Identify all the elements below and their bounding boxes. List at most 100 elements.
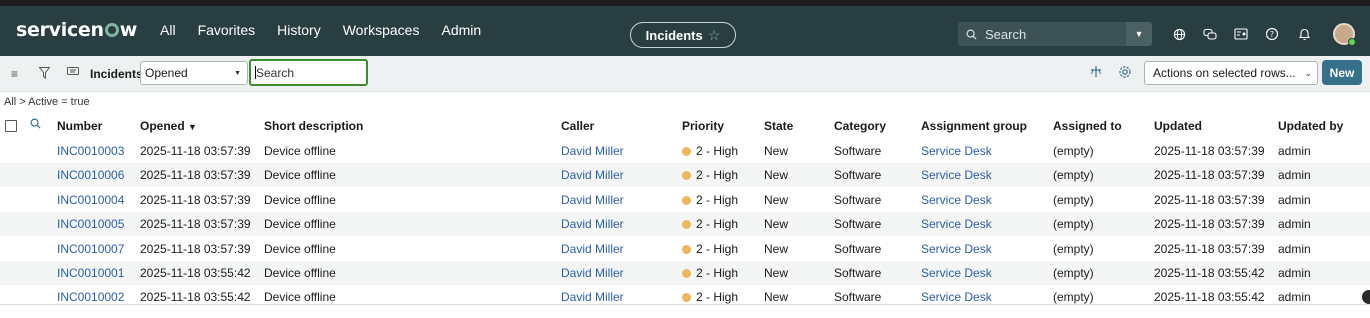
- main-nav: All Favorites History Workspaces Admin: [160, 22, 503, 38]
- column-assigned-to[interactable]: Assigned to: [1053, 119, 1122, 133]
- column-priority[interactable]: Priority: [682, 119, 724, 133]
- table-row[interactable]: INC0010001 2025-11-18 03:55:42 Device offl…: [0, 261, 1370, 285]
- global-search-input[interactable]: Search: [958, 22, 1126, 46]
- priority-label: 2 - High: [696, 217, 739, 232]
- search-icon: [966, 29, 977, 40]
- short-description-cell: Device offline: [264, 144, 336, 158]
- updated-by-cell: admin: [1278, 266, 1311, 280]
- caller-link[interactable]: David Miller: [561, 168, 624, 182]
- table-row[interactable]: INC0010007 2025-11-18 03:57:39 Device offl…: [0, 237, 1370, 261]
- state-cell: New: [764, 192, 789, 207]
- column-short-description[interactable]: Short description: [264, 119, 363, 133]
- search-field-select[interactable]: Opened ▼: [140, 61, 248, 85]
- column-caller[interactable]: Caller: [561, 119, 594, 133]
- updated-cell: 2025-11-18 03:57:39: [1154, 241, 1265, 256]
- assignment-group-link[interactable]: Service Desk: [921, 144, 992, 158]
- svg-text:?: ?: [1270, 30, 1274, 39]
- incident-number-link[interactable]: INC0010004: [57, 193, 124, 207]
- assignment-group-link[interactable]: Service Desk: [921, 168, 992, 182]
- updated-by-cell: admin: [1278, 217, 1311, 232]
- updated-by-cell: admin: [1278, 144, 1311, 158]
- opened-cell: 2025-11-18 03:55:42: [140, 266, 251, 280]
- priority-cell: 2 - High: [682, 290, 738, 304]
- star-icon[interactable]: ☆: [708, 27, 721, 44]
- personalize-list-icon[interactable]: [1090, 65, 1102, 81]
- short-description-cell: Device offline: [264, 290, 336, 305]
- priority-label: 2 - High: [696, 144, 739, 158]
- filter-icon[interactable]: [38, 67, 51, 82]
- select-all-checkbox[interactable]: [5, 120, 17, 132]
- floating-action-icon[interactable]: [1362, 290, 1370, 304]
- column-state[interactable]: State: [764, 119, 793, 133]
- state-cell: New: [764, 241, 789, 256]
- caller-link[interactable]: David Miller: [561, 290, 624, 304]
- actions-select[interactable]: Actions on selected rows... ⌄: [1144, 61, 1318, 85]
- column-opened[interactable]: Opened ▼: [140, 119, 197, 133]
- column-assignment-group[interactable]: Assignment group: [921, 119, 1027, 133]
- priority-dot-icon: [682, 147, 691, 156]
- avatar[interactable]: [1333, 23, 1356, 46]
- chat-icon[interactable]: [1202, 26, 1218, 42]
- nav-favorites[interactable]: Favorites: [198, 22, 256, 38]
- list-view-icon[interactable]: [67, 67, 79, 81]
- table-row[interactable]: INC0010006 2025-11-18 03:57:39 Device offl…: [0, 163, 1370, 188]
- table-row[interactable]: INC0010003 2025-11-18 03:57:39 Device offl…: [0, 139, 1370, 163]
- nav-history[interactable]: History: [277, 22, 321, 38]
- id-card-icon[interactable]: [1233, 26, 1249, 42]
- search-field-value: Opened: [145, 66, 188, 80]
- caller-link[interactable]: David Miller: [561, 266, 624, 280]
- state-cell: New: [764, 266, 789, 280]
- globe-icon[interactable]: [1171, 26, 1187, 42]
- short-description-cell: Device offline: [264, 217, 336, 232]
- assigned-to-cell: (empty): [1053, 217, 1094, 232]
- assigned-to-cell: (empty): [1053, 192, 1094, 207]
- help-icon[interactable]: ?: [1264, 26, 1280, 42]
- assigned-to-cell: (empty): [1053, 241, 1094, 256]
- gear-icon[interactable]: [1118, 65, 1132, 82]
- assignment-group-link[interactable]: Service Desk: [921, 290, 992, 304]
- incident-number-link[interactable]: INC0010003: [57, 144, 124, 158]
- list-search-input[interactable]: Search: [249, 59, 368, 86]
- hamburger-menu-icon[interactable]: ≡: [11, 67, 18, 81]
- nav-admin[interactable]: Admin: [441, 22, 481, 38]
- opened-cell: 2025-11-18 03:57:39: [140, 241, 251, 256]
- bell-icon[interactable]: [1296, 26, 1312, 42]
- global-search-placeholder: Search: [985, 26, 1027, 42]
- opened-cell: 2025-11-18 03:57:39: [140, 192, 251, 207]
- state-cell: New: [764, 144, 789, 158]
- caller-link[interactable]: David Miller: [561, 217, 624, 231]
- incident-number-link[interactable]: INC0010002: [57, 290, 124, 304]
- updated-by-cell: admin: [1278, 290, 1311, 305]
- priority-label: 2 - High: [696, 241, 739, 256]
- nav-workspaces[interactable]: Workspaces: [343, 22, 420, 38]
- column-number[interactable]: Number: [57, 119, 102, 133]
- new-button[interactable]: New: [1322, 60, 1362, 85]
- incident-number-link[interactable]: INC0010005: [57, 217, 124, 231]
- nav-all[interactable]: All: [160, 22, 176, 38]
- column-search-icon[interactable]: [30, 118, 41, 132]
- context-title-pill[interactable]: Incidents ☆: [630, 22, 736, 48]
- table-row[interactable]: INC0010005 2025-11-18 03:57:39 Device offl…: [0, 212, 1370, 237]
- incident-number-link[interactable]: INC0010006: [57, 168, 124, 182]
- category-cell: Software: [834, 192, 882, 207]
- chevron-down-icon: ▼: [234, 70, 241, 77]
- incident-number-link[interactable]: INC0010001: [57, 266, 124, 280]
- search-scope-dropdown[interactable]: ▼: [1126, 22, 1152, 46]
- caller-link[interactable]: David Miller: [561, 193, 624, 207]
- assignment-group-link[interactable]: Service Desk: [921, 242, 992, 256]
- opened-cell: 2025-11-18 03:57:39: [140, 168, 251, 183]
- breadcrumb[interactable]: All > Active = true: [4, 96, 90, 108]
- column-category[interactable]: Category: [834, 119, 886, 133]
- table-row[interactable]: INC0010004 2025-11-18 03:57:39 Device offl…: [0, 188, 1370, 212]
- assignment-group-link[interactable]: Service Desk: [921, 193, 992, 207]
- caller-link[interactable]: David Miller: [561, 242, 624, 256]
- assignment-group-link[interactable]: Service Desk: [921, 266, 992, 280]
- column-updated-by[interactable]: Updated by: [1278, 119, 1343, 133]
- column-updated[interactable]: Updated: [1154, 119, 1202, 133]
- caller-link[interactable]: David Miller: [561, 144, 624, 158]
- state-cell: New: [764, 290, 789, 305]
- assignment-group-link[interactable]: Service Desk: [921, 217, 992, 231]
- incident-number-link[interactable]: INC0010007: [57, 242, 124, 256]
- servicenow-logo[interactable]: servicen w: [16, 19, 137, 41]
- table-row[interactable]: INC0010002 2025-11-18 03:55:42 Device offl…: [0, 285, 1370, 309]
